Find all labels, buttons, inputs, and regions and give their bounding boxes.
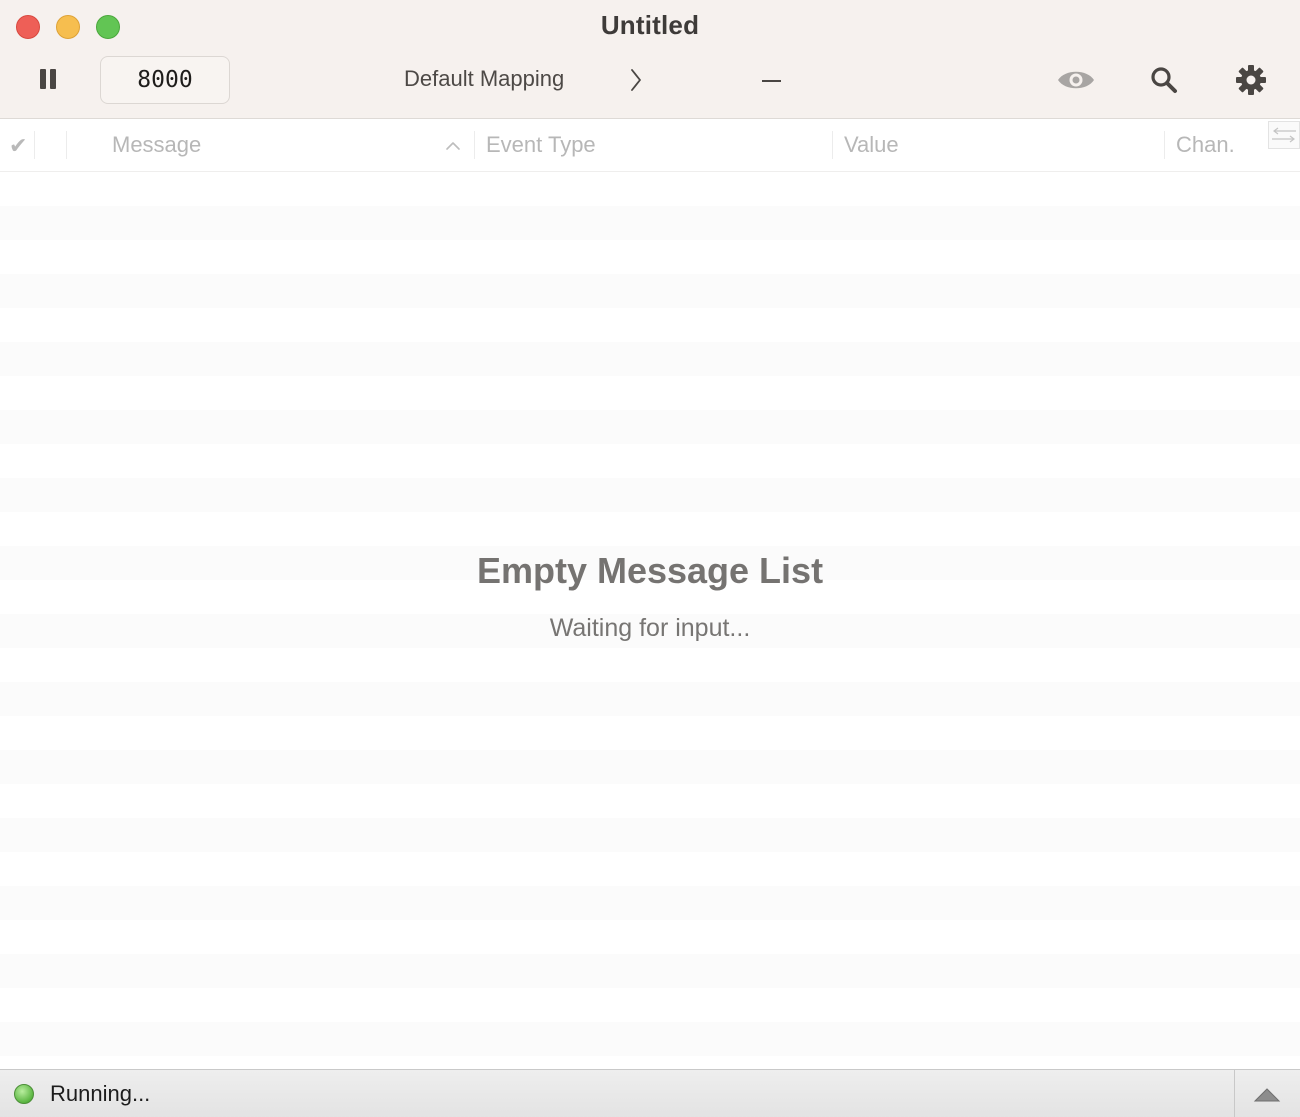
mapping-selector[interactable]: Default Mapping xyxy=(404,66,564,92)
table-header: ✔ Message Event Type Value Chan. xyxy=(0,119,1300,172)
title-toolbar: Untitled Default Mapping xyxy=(0,0,1300,119)
column-header-channel[interactable]: Chan. xyxy=(1176,132,1235,158)
app-window: Untitled Default Mapping xyxy=(0,0,1300,1117)
column-separator[interactable] xyxy=(832,131,833,159)
window-title: Untitled xyxy=(600,10,700,40)
eye-icon xyxy=(1058,71,1094,89)
search-button[interactable] xyxy=(1150,65,1178,95)
settings-button[interactable] xyxy=(1235,64,1267,96)
column-header-event-type[interactable]: Event Type xyxy=(486,132,596,158)
minus-icon xyxy=(762,80,781,82)
gear-icon xyxy=(1236,65,1266,95)
sort-ascending-icon xyxy=(445,139,461,151)
status-bar: Running... xyxy=(0,1069,1300,1117)
minus-button[interactable] xyxy=(760,66,784,94)
column-separator[interactable] xyxy=(474,131,475,159)
column-separator[interactable] xyxy=(1164,131,1165,159)
chevron-right-icon[interactable] xyxy=(626,66,646,94)
status-divider xyxy=(1234,1070,1235,1117)
empty-state-title: Empty Message List xyxy=(476,550,824,591)
column-separator[interactable] xyxy=(66,131,67,159)
status-indicator xyxy=(14,1084,34,1104)
triangle-up-icon xyxy=(1253,1088,1281,1102)
column-separator[interactable] xyxy=(34,131,35,159)
column-header-message[interactable]: Message xyxy=(112,132,201,158)
eye-button[interactable] xyxy=(1056,64,1096,96)
port-input[interactable] xyxy=(100,56,230,104)
column-options-button[interactable] xyxy=(1268,121,1300,149)
status-text: Running... xyxy=(50,1081,151,1106)
column-resize-icon xyxy=(1272,127,1296,143)
toggle-drawer-button[interactable] xyxy=(1250,1084,1284,1106)
column-header-value[interactable]: Value xyxy=(844,132,899,158)
search-icon xyxy=(1151,67,1177,93)
pause-button[interactable] xyxy=(34,66,62,94)
empty-state-subtitle: Waiting for input... xyxy=(549,614,751,642)
enabled-column-header[interactable]: ✔ xyxy=(9,133,27,159)
